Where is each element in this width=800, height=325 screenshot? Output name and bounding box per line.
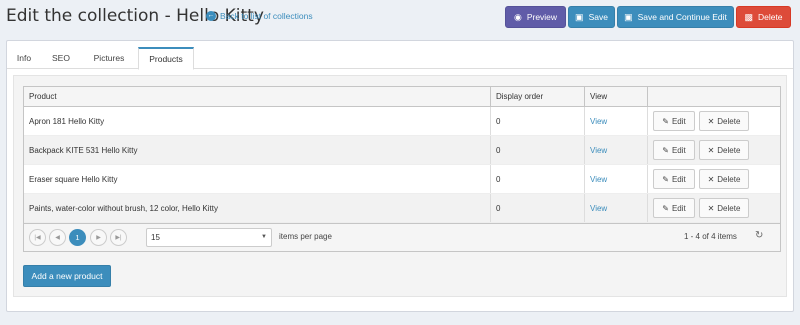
preview-button[interactable]: ◉ Preview <box>505 6 566 28</box>
trash-icon: ▩ <box>744 11 753 22</box>
tab-strip: Info SEO Pictures Products <box>7 41 793 70</box>
save-and-continue-button[interactable]: ▣ Save and Continue Edit <box>617 6 734 28</box>
page-number-current[interactable]: 1 <box>69 229 86 246</box>
add-new-product-button[interactable]: Add a new product <box>23 265 111 287</box>
save-label: Save <box>588 12 608 22</box>
delete-label: Delete <box>717 116 741 126</box>
display-order: 0 <box>491 165 585 193</box>
items-per-page-label: items per page <box>279 232 332 241</box>
preview-label: Preview <box>526 12 558 22</box>
grid-pager: |◀ ◀ 1 ▶ ▶| 15 ▼ items per page 1 - 4 of… <box>24 223 780 251</box>
edit-label: Edit <box>671 174 686 184</box>
pencil-icon: ✎ <box>662 145 669 155</box>
items-range-label: 1 - 4 of 4 items <box>684 232 737 241</box>
edit-button[interactable]: ✎ Edit <box>653 169 695 189</box>
edit-button[interactable]: ✎ Edit <box>653 111 695 131</box>
save-continue-label: Save and Continue Edit <box>637 12 727 22</box>
product-name: Apron 181 Hello Kitty <box>24 107 491 135</box>
first-page-icon[interactable]: |◀ <box>29 229 46 246</box>
delete-button[interactable]: ✕ Delete <box>699 169 749 189</box>
floppy-disk-icon: ▣ <box>575 11 584 22</box>
pencil-icon: ✎ <box>662 116 669 126</box>
col-actions-header <box>648 87 780 106</box>
view-link[interactable]: View <box>590 146 607 155</box>
delete-button[interactable]: ✕ Delete <box>699 198 749 218</box>
floppy-disk-icon: ▣ <box>624 11 633 22</box>
page-size-select[interactable]: 15 ▼ <box>146 228 272 247</box>
close-icon: ✕ <box>707 116 715 126</box>
close-icon: ✕ <box>707 145 715 155</box>
delete-label: Delete <box>717 145 741 155</box>
edit-card: Info SEO Pictures Products Product Displ… <box>6 40 794 312</box>
table-row: Eraser square Hello Kitty 0 View ✎ Edit ✕… <box>24 165 780 194</box>
page-header: Edit the collection - Hello Kitty ← Back… <box>0 0 800 36</box>
edit-label: Edit <box>671 145 686 155</box>
view-link[interactable]: View <box>590 117 607 126</box>
save-button[interactable]: ▣ Save <box>568 6 615 28</box>
pencil-icon: ✎ <box>662 174 669 184</box>
delete-label: Delete <box>717 203 741 213</box>
refresh-icon[interactable]: ↻ <box>755 230 763 241</box>
back-to-list-link[interactable]: ← Back to list of collections <box>206 11 313 21</box>
arrow-left-circle-icon: ← <box>206 11 216 21</box>
prev-page-icon[interactable]: ◀ <box>49 229 66 246</box>
delete-label: Delete <box>717 174 741 184</box>
table-row: Backpack KITE 531 Hello Kitty 0 View ✎ Ed… <box>24 136 780 165</box>
edit-label: Edit <box>671 116 686 126</box>
close-icon: ✕ <box>707 174 715 184</box>
tab-products[interactable]: Products <box>138 47 194 70</box>
tab-seo[interactable]: SEO <box>43 47 79 69</box>
col-display-order-header[interactable]: Display order <box>491 87 585 106</box>
col-view-header[interactable]: View <box>585 87 648 106</box>
product-name: Backpack KITE 531 Hello Kitty <box>24 136 491 164</box>
col-product-header[interactable]: Product <box>24 87 491 106</box>
table-row: Apron 181 Hello Kitty 0 View ✎ Edit ✕ Dele… <box>24 107 780 136</box>
edit-button[interactable]: ✎ Edit <box>653 140 695 160</box>
product-name: Paints, water-color without brush, 12 co… <box>24 194 491 222</box>
grid-header: Product Display order View <box>24 87 780 107</box>
table-row: Paints, water-color without brush, 12 co… <box>24 194 780 223</box>
display-order: 0 <box>491 107 585 135</box>
delete-collection-button[interactable]: ▩ Delete <box>736 6 791 28</box>
delete-label: Delete <box>757 12 783 22</box>
tab-pictures[interactable]: Pictures <box>83 47 135 69</box>
delete-button[interactable]: ✕ Delete <box>699 111 749 131</box>
page-size-value: 15 <box>151 233 160 242</box>
products-grid: Product Display order View Apron 181 Hel… <box>23 86 781 252</box>
close-icon: ✕ <box>707 203 715 213</box>
edit-label: Edit <box>671 203 686 213</box>
display-order: 0 <box>491 194 585 222</box>
pencil-icon: ✎ <box>662 203 669 213</box>
tab-info[interactable]: Info <box>9 47 39 69</box>
view-link[interactable]: View <box>590 175 607 184</box>
view-link[interactable]: View <box>590 204 607 213</box>
chevron-down-icon: ▼ <box>261 234 267 240</box>
eye-icon: ◉ <box>513 11 522 22</box>
display-order: 0 <box>491 136 585 164</box>
last-page-icon[interactable]: ▶| <box>110 229 127 246</box>
back-link-label: Back to list of collections <box>220 11 313 21</box>
delete-button[interactable]: ✕ Delete <box>699 140 749 160</box>
next-page-icon[interactable]: ▶ <box>90 229 107 246</box>
product-name: Eraser square Hello Kitty <box>24 165 491 193</box>
edit-button[interactable]: ✎ Edit <box>653 198 695 218</box>
